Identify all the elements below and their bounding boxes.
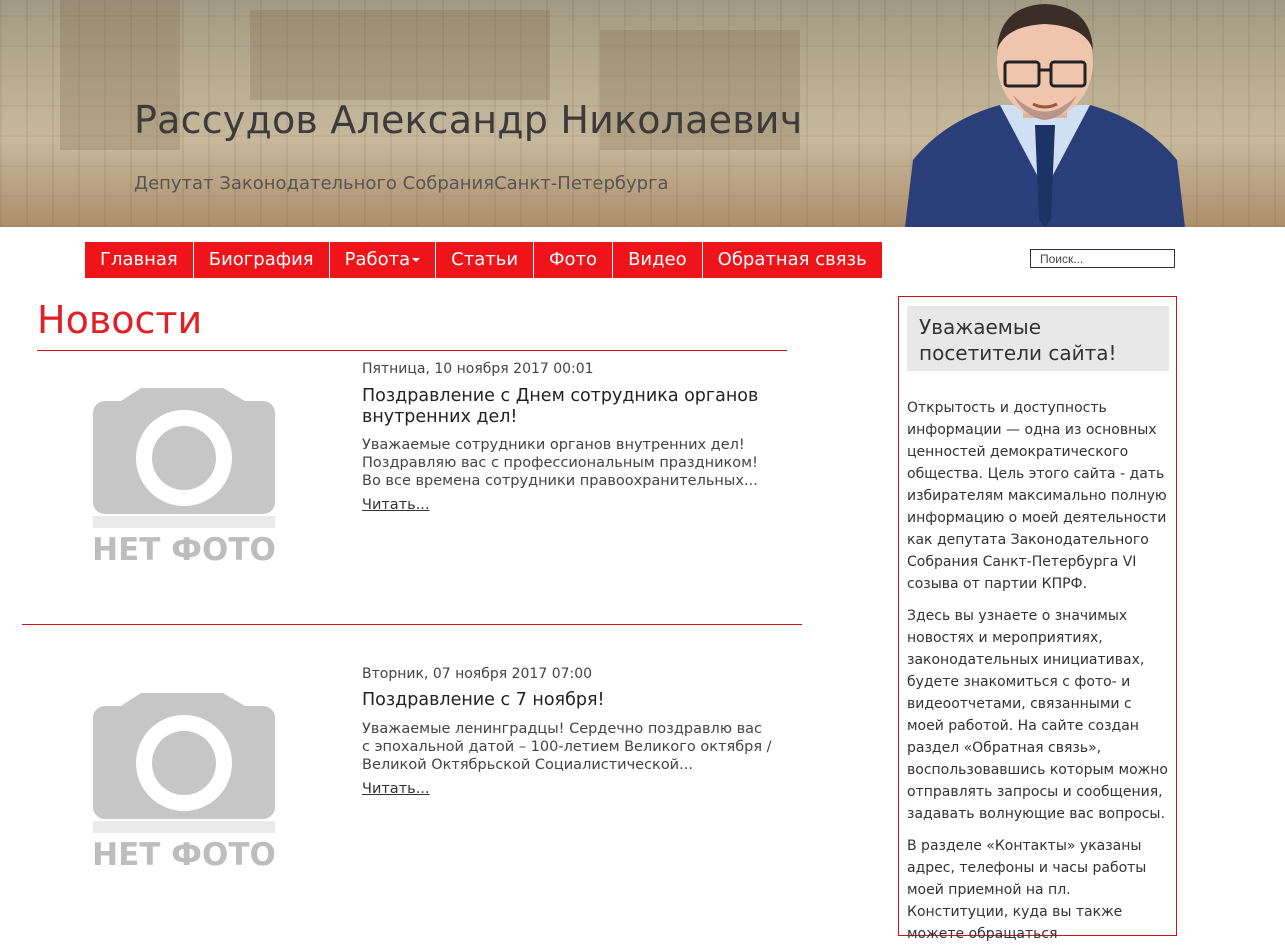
main-nav: Главная Биография Работа Статьи Фото Вид… <box>85 242 882 278</box>
sidebar-heading: Уважаемые посетители сайта! <box>907 306 1169 371</box>
deputy-portrait <box>905 0 1185 227</box>
nav-item-photo[interactable]: Фото <box>534 242 614 278</box>
welcome-sidebar: Уважаемые посетители сайта! Открытость и… <box>898 296 1177 942</box>
article-date: Пятница, 10 ноября 2017 00:01 <box>362 361 594 377</box>
article-title[interactable]: Поздравление с Днем сотрудника органов в… <box>362 386 772 428</box>
article-title[interactable]: Поздравление с 7 ноября! <box>362 690 772 711</box>
search-input[interactable] <box>1030 249 1175 268</box>
no-photo-label: НЕТ ФОТО <box>93 532 275 561</box>
read-more-link[interactable]: Читать... <box>362 781 430 797</box>
nav-item-articles[interactable]: Статьи <box>436 242 535 278</box>
nav-item-work-label: Работа <box>344 249 411 270</box>
no-photo-image[interactable]: НЕТ ФОТО <box>92 386 276 568</box>
article-excerpt: Уважаемые ленинградцы! Сердечно поздравл… <box>362 721 772 773</box>
site-subtitle: Депутат Законодательного СобранияСанкт-П… <box>134 173 669 194</box>
sidebar-paragraph: В разделе «Контакты» указаны адрес, теле… <box>907 838 1147 942</box>
nav-item-feedback[interactable]: Обратная связь <box>702 242 882 278</box>
no-photo-label: НЕТ ФОТО <box>93 837 275 866</box>
site-title[interactable]: Рассудов Александр Николаевич <box>134 98 802 142</box>
article-divider <box>22 624 802 625</box>
caret-down-icon <box>412 258 421 262</box>
nav-item-video[interactable]: Видео <box>613 242 703 278</box>
nav-item-work[interactable]: Работа <box>329 242 437 278</box>
page-title: Новости <box>37 298 203 342</box>
sidebar-paragraph: Открытость и доступность информации — од… <box>907 400 1167 592</box>
nav-item-biography[interactable]: Биография <box>193 242 330 278</box>
read-more-link[interactable]: Читать... <box>362 497 430 513</box>
sidebar-paragraph: Здесь вы узнаете о значимых новостях и м… <box>907 608 1168 822</box>
nav-item-home[interactable]: Главная <box>85 242 194 278</box>
title-divider <box>37 350 787 351</box>
background-building <box>250 10 550 100</box>
article-date: Вторник, 07 ноября 2017 07:00 <box>362 666 593 682</box>
header-banner: Рассудов Александр Николаевич Депутат За… <box>0 0 1285 227</box>
no-photo-image[interactable]: НЕТ ФОТО <box>92 691 276 873</box>
article-excerpt: Уважаемые сотрудники органов внутренних … <box>362 437 758 489</box>
